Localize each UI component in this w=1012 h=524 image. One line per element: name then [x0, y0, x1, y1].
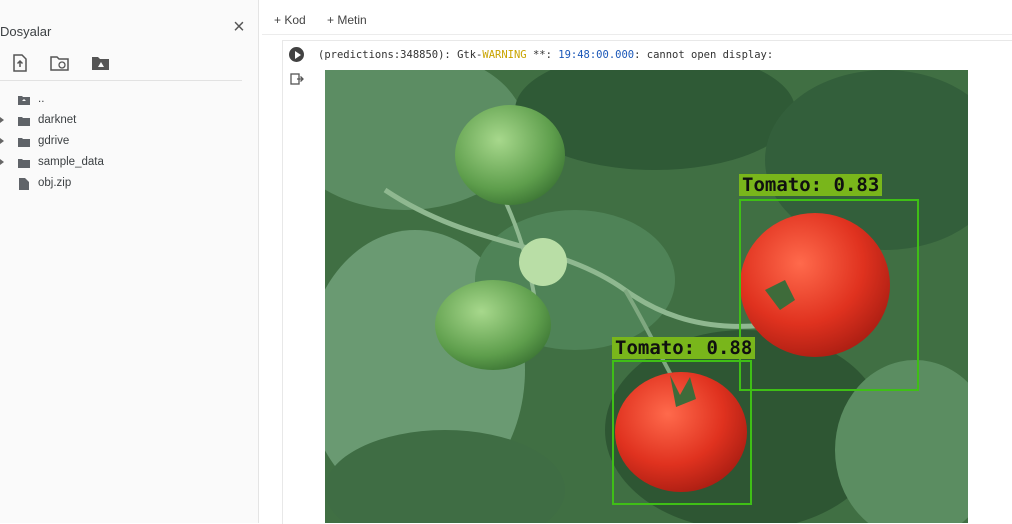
output-icon[interactable]: [290, 72, 304, 86]
detection-box: [739, 199, 919, 391]
upload-file-icon[interactable]: [12, 54, 28, 72]
tree-item-gdrive[interactable]: gdrive: [0, 132, 258, 153]
tree-item-label: gdrive: [38, 135, 70, 147]
divider: [0, 80, 242, 81]
folder-icon: [18, 137, 30, 147]
output-warning: WARNING: [482, 49, 527, 61]
folder-icon: [18, 158, 30, 168]
file-tree: .. darknet gdrive sample_data obj.zip: [0, 90, 258, 195]
tree-item-label: sample_data: [38, 156, 104, 168]
detection-box: [612, 360, 752, 505]
folder-icon: [18, 116, 30, 126]
cell-output-text: (predictions:348850): Gtk-WARNING **: 19…: [318, 49, 773, 61]
chevron-right-icon[interactable]: [0, 159, 4, 165]
add-text-button[interactable]: + Metin: [327, 13, 367, 27]
detection-label: Tomato: 0.88: [612, 337, 756, 359]
notebook-toolbar: + Kod + Metin: [262, 8, 1012, 35]
detection-label: Tomato: 0.83: [739, 174, 883, 196]
output-suffix: : cannot open display:: [634, 49, 774, 61]
tree-item-obj-zip[interactable]: obj.zip: [0, 174, 258, 195]
tree-item-sample-data[interactable]: sample_data: [0, 153, 258, 174]
tree-item-label: darknet: [38, 114, 77, 126]
files-panel-title: Dosyalar: [0, 24, 52, 39]
chevron-right-icon[interactable]: [0, 117, 4, 123]
run-cell-button[interactable]: [289, 47, 304, 62]
mount-drive-icon[interactable]: [91, 54, 111, 72]
close-icon[interactable]: ×: [230, 17, 248, 37]
chevron-right-icon[interactable]: [0, 138, 4, 144]
folder-up-icon: [18, 95, 30, 105]
refresh-folder-icon[interactable]: [50, 54, 70, 72]
tree-item-darknet[interactable]: darknet: [0, 111, 258, 132]
tree-item-label: ..: [38, 93, 45, 105]
files-header: Dosyalar ×: [0, 17, 258, 46]
file-icon: [19, 178, 29, 190]
add-code-button[interactable]: + Kod: [274, 13, 306, 27]
tree-item-label: obj.zip: [38, 177, 72, 189]
output-mid: **:: [526, 49, 559, 61]
output-prefix: (predictions:348850): Gtk-: [318, 49, 483, 61]
detection-output-image: Tomato: 0.83 Tomato: 0.88: [325, 70, 968, 523]
files-panel: Dosyalar × .. darknet gdrive sample_data…: [0, 0, 259, 523]
tree-item-parent[interactable]: ..: [0, 90, 258, 111]
output-timestamp: 19:48:00.000: [558, 49, 635, 61]
